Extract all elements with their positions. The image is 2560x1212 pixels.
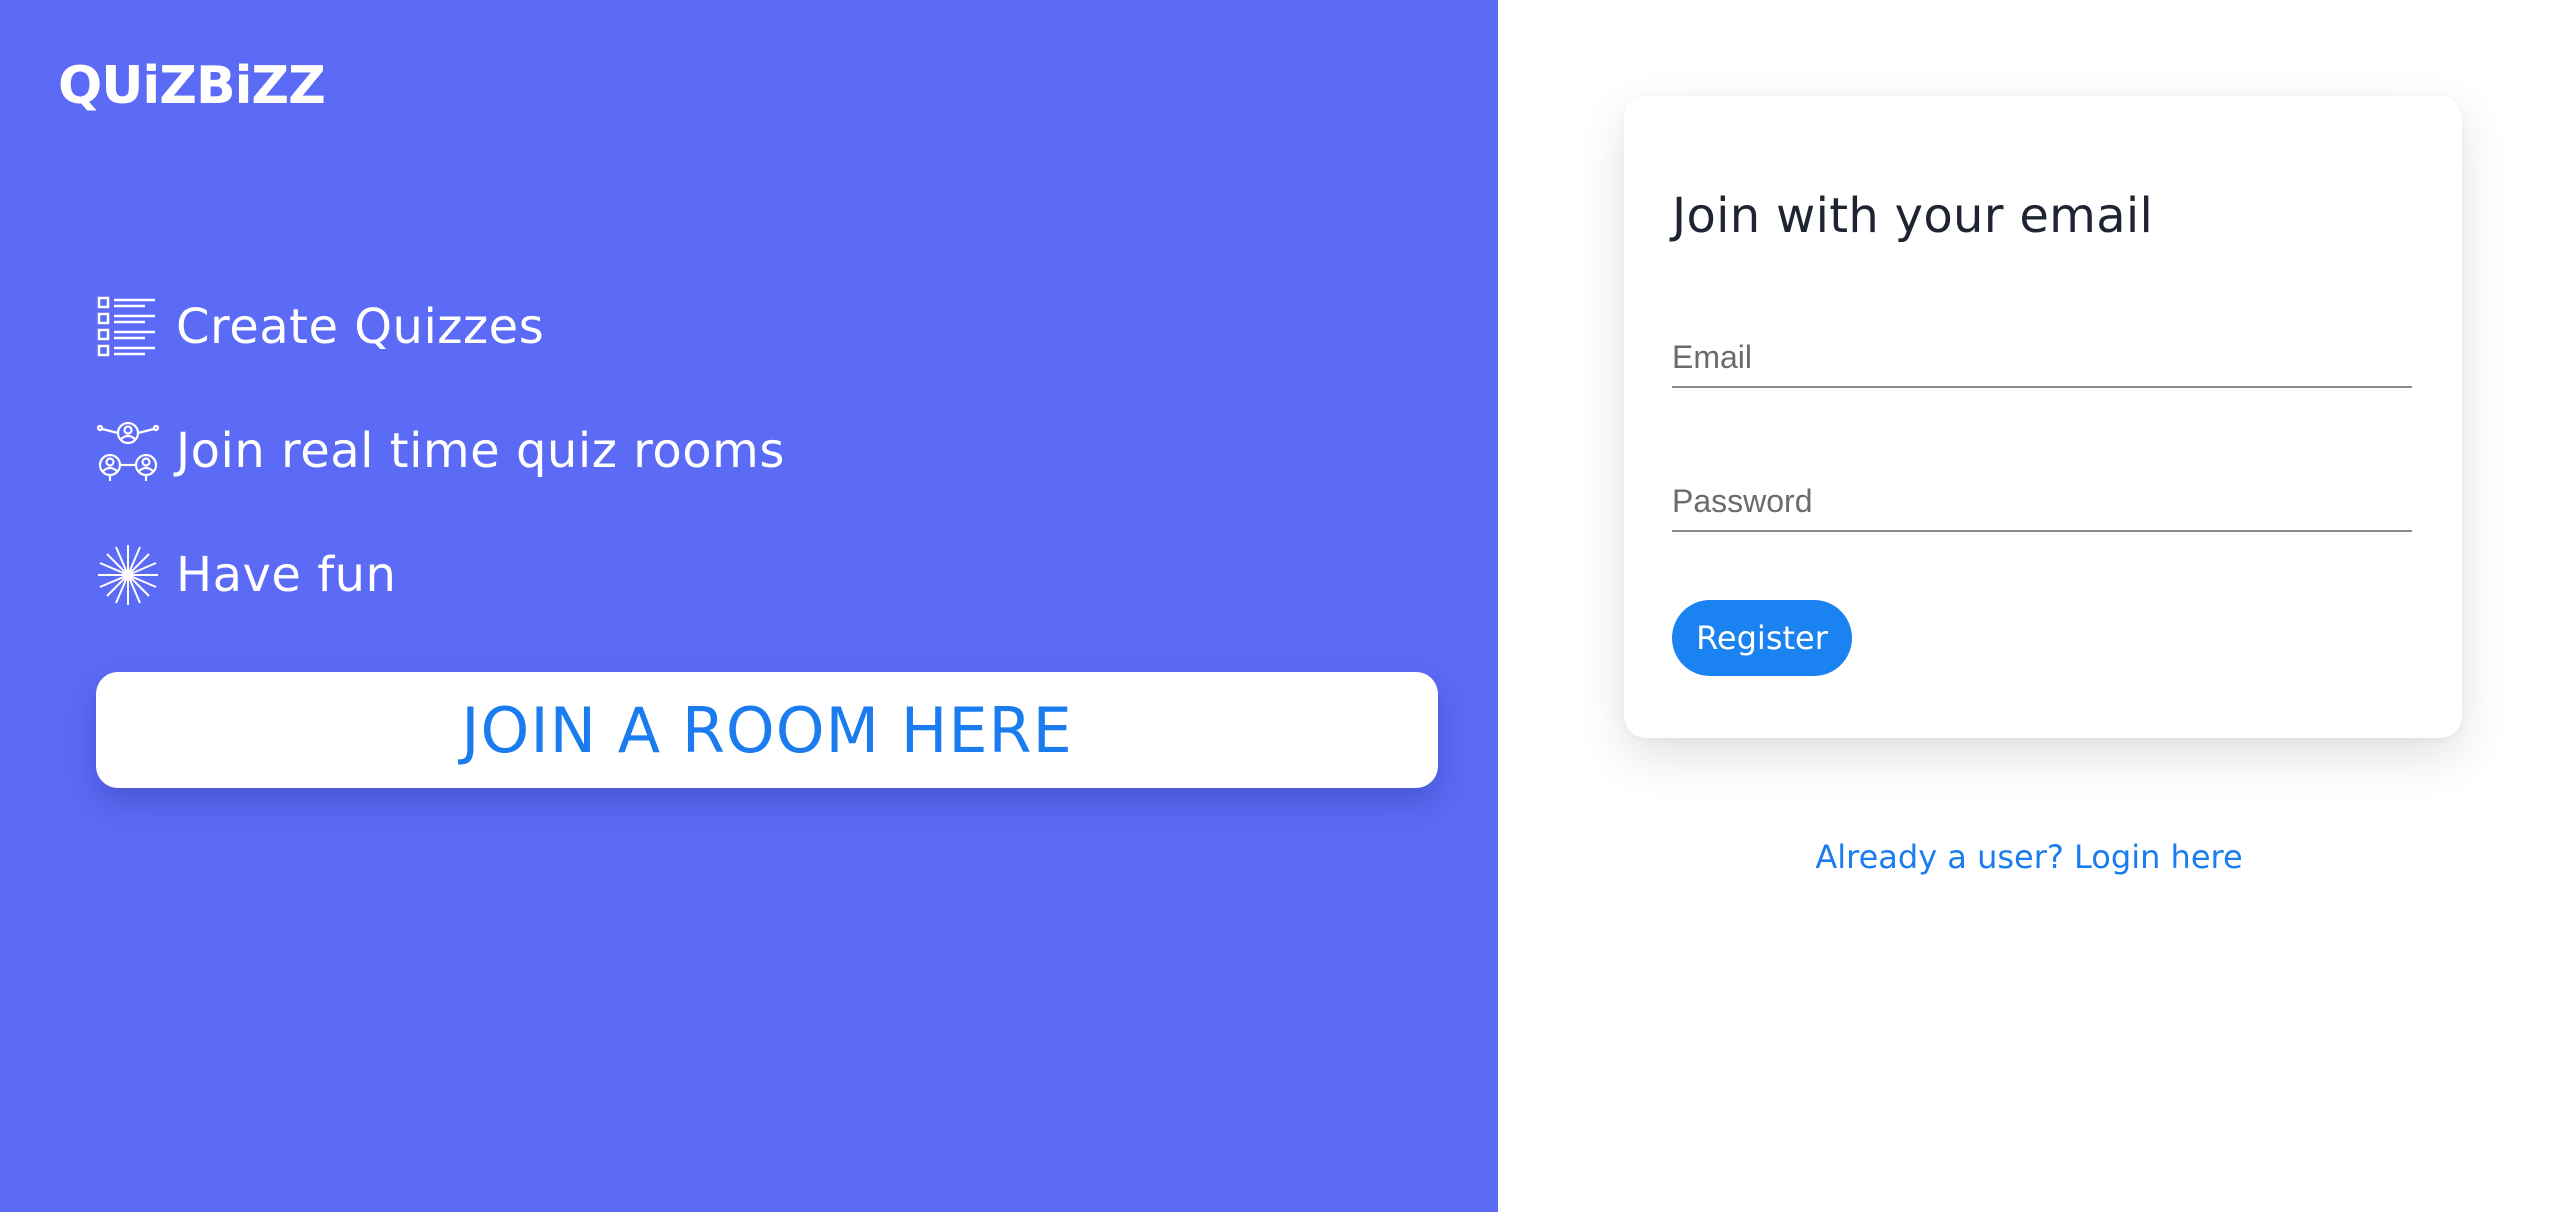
page: QUiZBiZZ Create Quizzes Join real time q… bbox=[0, 0, 2560, 1212]
password-field[interactable] bbox=[1672, 472, 2412, 532]
join-room-button[interactable]: JOIN A ROOM HERE bbox=[96, 672, 1438, 788]
feature-item-join-rooms: Join real time quiz rooms bbox=[96, 414, 785, 488]
signup-title: Join with your email bbox=[1672, 188, 2154, 244]
email-field[interactable] bbox=[1672, 328, 2412, 388]
feature-label: Join real time quiz rooms bbox=[176, 423, 785, 479]
firework-icon bbox=[96, 543, 160, 607]
feature-item-create-quizzes: Create Quizzes bbox=[96, 290, 785, 364]
quizbizz-logo[interactable]: QUiZBiZZ bbox=[58, 56, 326, 116]
feature-list: Create Quizzes Join real time quiz rooms… bbox=[96, 290, 785, 662]
feature-label: Have fun bbox=[176, 547, 397, 603]
feature-item-have-fun: Have fun bbox=[96, 538, 785, 612]
signup-panel: Join with your email Register Already a … bbox=[1498, 0, 2560, 1212]
login-link[interactable]: Already a user? Login here bbox=[1498, 838, 2560, 876]
hero-panel: QUiZBiZZ Create Quizzes Join real time q… bbox=[0, 0, 1498, 1212]
checklist-icon bbox=[96, 295, 160, 359]
people-network-icon bbox=[96, 419, 160, 483]
signup-card: Join with your email Register bbox=[1624, 96, 2462, 738]
register-button[interactable]: Register bbox=[1672, 600, 1852, 676]
feature-label: Create Quizzes bbox=[176, 299, 545, 355]
